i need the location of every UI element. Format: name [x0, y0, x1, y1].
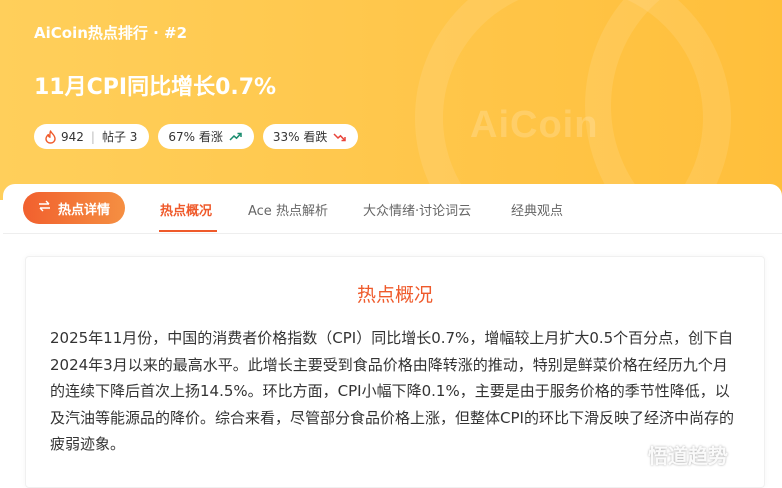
hot-detail-label: 热点详情 — [57, 202, 110, 218]
footer-watermark: 悟道趋势 — [620, 440, 728, 469]
logo-icon — [620, 441, 642, 468]
tab-bar: 热点详情 热点概况 Ace 热点解析 大众情绪·讨论词云 经典观点 — [3, 184, 782, 234]
tab-overview[interactable]: 热点概况 — [160, 200, 212, 219]
stats-row: 942 | 帖子 3 67% 看涨 33% 看跌 — [34, 124, 359, 149]
trend-down-icon — [333, 132, 347, 142]
tab-sentiment-wordcloud[interactable]: 大众情绪·讨论词云 — [363, 200, 471, 219]
divider: | — [90, 129, 95, 144]
breadcrumb[interactable]: AiCoin热点排行 · #2 — [34, 22, 187, 43]
hot-detail-button[interactable]: 热点详情 — [23, 192, 125, 224]
tab-classic-views[interactable]: 经典观点 — [511, 200, 563, 219]
bullish-chip[interactable]: 67% 看涨 — [158, 124, 254, 149]
overview-text: 2025年11月份，中国的消费者价格指数（CPI）同比增长0.7%，增幅较上月扩… — [50, 329, 734, 453]
aicoin-watermark: AiCoin — [470, 104, 599, 146]
heat-chip: 942 | 帖子 3 — [34, 124, 150, 149]
heat-count: 942 — [61, 129, 84, 144]
overview-title: 热点概况 — [356, 284, 433, 306]
bullish-percent: 67% 看涨 — [168, 130, 223, 144]
flame-icon — [44, 129, 57, 144]
swap-arrows-icon — [38, 200, 51, 216]
bearish-percent: 33% 看跌 — [272, 130, 328, 144]
trend-up-icon — [229, 132, 242, 142]
bearish-chip[interactable]: 33% 看跌 — [262, 124, 359, 149]
active-tab-indicator — [159, 230, 217, 232]
footer-watermark-text: 悟道趋势 — [648, 444, 728, 468]
tab-ace-analysis[interactable]: Ace 热点解析 — [248, 200, 328, 219]
post-count: 帖子 3 — [101, 130, 138, 144]
page-title: 11月CPI同比增长0.7% — [34, 75, 277, 100]
content-panel: 热点详情 热点概况 Ace 热点解析 大众情绪·讨论词云 经典观点 热点概况 2… — [3, 184, 782, 488]
hero-banner: AiCoin AiCoin热点排行 · #2 11月CPI同比增长0.7% 94… — [0, 0, 782, 200]
watermark-ring — [585, 0, 782, 200]
